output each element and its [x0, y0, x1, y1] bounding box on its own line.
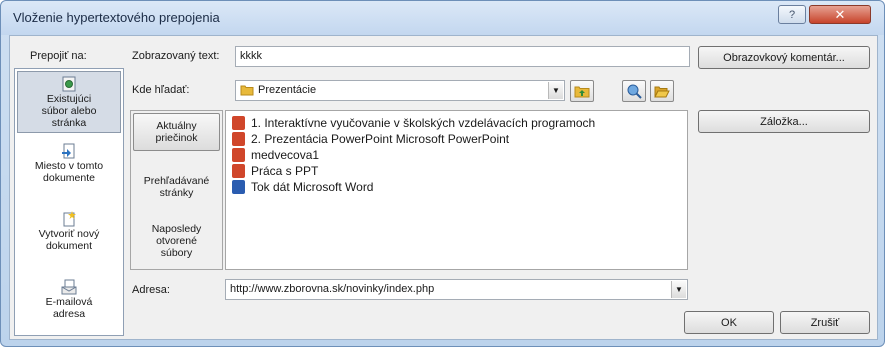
nav-item-label: Vytvoriť nový dokument	[38, 228, 100, 252]
dialog-title: Vloženie hypertextového prepojenia	[13, 10, 220, 25]
screentip-button[interactable]: Obrazovkový komentár...	[698, 46, 870, 69]
chevron-down-icon[interactable]: ▼	[671, 281, 686, 298]
look-in-combo[interactable]: Prezentácie ▼	[235, 80, 565, 101]
powerpoint-file-icon	[232, 148, 245, 162]
new-document-icon	[63, 211, 76, 227]
nav-item-label: Existujúci súbor alebo stránka	[41, 93, 97, 129]
powerpoint-file-icon	[232, 132, 245, 146]
nav-item-new-document[interactable]: Vytvoriť nový dokument	[17, 207, 121, 269]
look-in-label: Kde hľadať:	[132, 84, 190, 96]
nav-item-label: Miesto v tomto dokumente	[34, 160, 104, 184]
nav-item-existing-file[interactable]: Existujúci súbor alebo stránka	[17, 71, 121, 133]
look-in-value: Prezentácie	[258, 84, 317, 96]
list-item[interactable]: medvecova1	[232, 147, 319, 163]
file-name: medvecova1	[251, 148, 320, 162]
list-item[interactable]: Práca s PPT	[232, 163, 318, 179]
nav-item-place-in-document[interactable]: Miesto v tomto dokumente	[17, 139, 121, 201]
nav-item-email-address[interactable]: E-mailová adresa	[17, 275, 121, 337]
bookmark-button[interactable]: Záložka...	[698, 110, 870, 133]
chevron-down-icon[interactable]: ▼	[548, 82, 563, 99]
up-one-folder-button[interactable]	[570, 80, 594, 102]
title-bar: Vloženie hypertextového prepojenia ? ✕	[1, 1, 884, 35]
browse-web-button[interactable]	[622, 80, 646, 102]
link-to-panel: Existujúci súbor alebo stránka Miesto v …	[14, 68, 124, 336]
tab-recent-files[interactable]: Naposledy otvorené súbory	[133, 223, 220, 259]
folder-icon	[240, 85, 254, 96]
hyperlink-dialog: Vloženie hypertextového prepojenia ? ✕ P…	[0, 0, 885, 347]
address-label: Adresa:	[132, 284, 170, 296]
help-button[interactable]: ?	[778, 5, 806, 24]
file-name: Tok dát Microsoft Word	[251, 180, 374, 194]
display-text-input[interactable]: kkkk	[235, 46, 690, 67]
powerpoint-file-icon	[232, 164, 245, 178]
browse-web-icon	[627, 84, 642, 99]
close-button[interactable]: ✕	[809, 5, 871, 24]
link-to-label: Prepojiť na:	[30, 50, 87, 62]
address-value: http://www.zborovna.sk/novinky/index.php	[230, 283, 435, 295]
browse-file-button[interactable]	[650, 80, 674, 102]
list-item[interactable]: 1. Interaktívne vyučovanie v školských v…	[232, 115, 595, 131]
tab-current-folder[interactable]: Aktuálny priečinok	[133, 113, 220, 151]
place-in-document-icon	[62, 143, 75, 159]
up-folder-icon	[574, 86, 590, 98]
file-name: 2. Prezentácia PowerPoint Microsoft Powe…	[251, 132, 510, 146]
file-name: 1. Interaktívne vyučovanie v školských v…	[251, 116, 596, 130]
existing-file-icon	[62, 76, 76, 92]
list-item[interactable]: Tok dát Microsoft Word	[232, 179, 373, 195]
list-item[interactable]: 2. Prezentácia PowerPoint Microsoft Powe…	[232, 131, 509, 147]
browse-tabs: Aktuálny priečinok Prehľadávané stránky …	[130, 110, 223, 270]
dialog-body: Prepojiť na: Existujúci súbor alebo strá…	[9, 35, 878, 340]
open-folder-icon	[654, 86, 670, 98]
word-file-icon	[232, 180, 245, 194]
address-input[interactable]: http://www.zborovna.sk/novinky/index.php…	[225, 279, 688, 300]
powerpoint-file-icon	[232, 116, 245, 130]
email-address-icon	[61, 279, 77, 295]
nav-item-label: E-mailová adresa	[45, 296, 93, 320]
file-name: Práca s PPT	[251, 164, 319, 178]
display-text-label: Zobrazovaný text:	[132, 50, 220, 62]
ok-button[interactable]: OK	[684, 311, 774, 334]
file-list[interactable]: 1. Interaktívne vyučovanie v školských v…	[225, 110, 688, 270]
cancel-button[interactable]: Zrušiť	[780, 311, 870, 334]
tab-browsed-pages[interactable]: Prehľadávané stránky	[133, 175, 220, 199]
